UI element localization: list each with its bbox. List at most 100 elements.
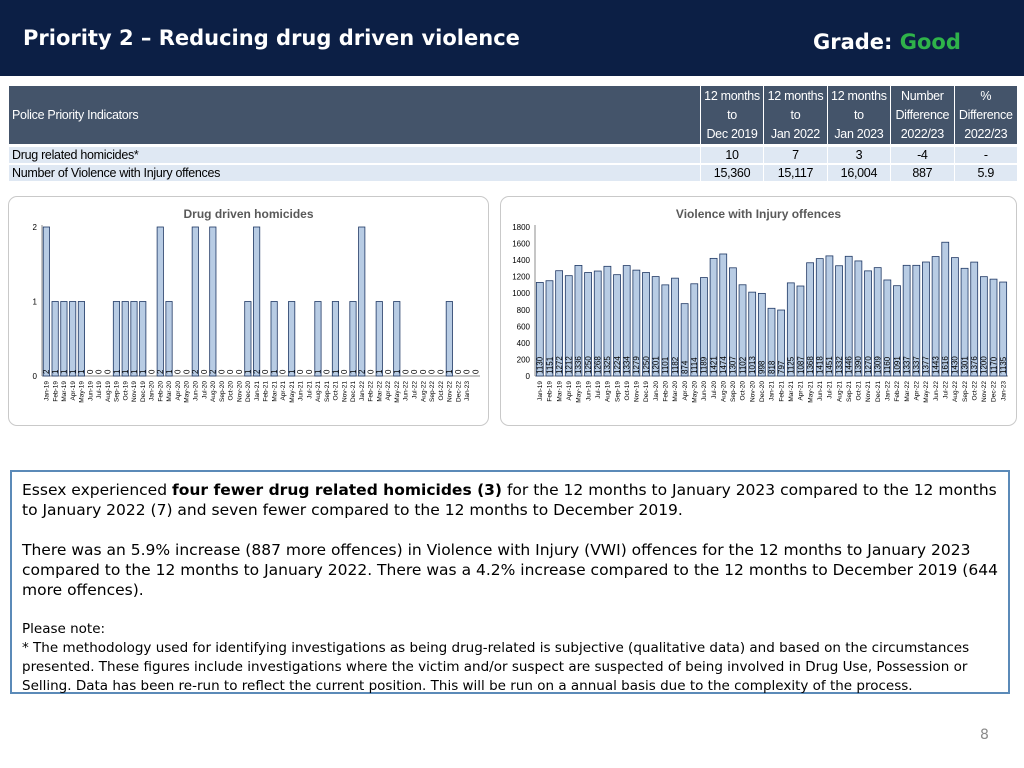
x-tick-label: Dec-22 xyxy=(455,381,462,402)
x-tick-label: Aug-22 xyxy=(420,381,427,402)
data-label: 1 xyxy=(244,369,253,374)
data-label: 1451 xyxy=(825,356,834,374)
data-label: 0 xyxy=(419,369,428,374)
data-label: 1 xyxy=(445,369,454,374)
table-cell: 7 xyxy=(763,144,828,164)
x-tick-label: Jan-20 xyxy=(653,381,660,401)
x-tick-label: Mar-19 xyxy=(61,381,68,402)
data-label: 0 xyxy=(235,369,244,374)
x-tick-label: Aug-22 xyxy=(952,381,959,402)
x-tick-label: Jan-21 xyxy=(254,381,261,401)
bar xyxy=(77,301,85,377)
y-tick-label: 200 xyxy=(517,355,531,364)
table-cell: Drug related homicides* xyxy=(9,144,701,164)
x-tick-label: Jan-22 xyxy=(885,381,892,401)
x-tick-label: Jul-19 xyxy=(595,381,602,399)
x-tick-label: Sep-22 xyxy=(429,381,436,402)
header-jan2023: 12 months to Jan 2023 xyxy=(827,86,892,146)
data-label: 0 xyxy=(226,369,235,374)
indicators-table: Police Priority Indicators 12 months to De… xyxy=(9,86,1017,181)
x-tick-label: Apr-19 xyxy=(566,381,573,401)
y-tick-label: 800 xyxy=(517,306,531,315)
data-label: 0 xyxy=(401,369,410,374)
bar xyxy=(60,301,68,377)
data-label: 1474 xyxy=(719,356,728,374)
data-label: 1 xyxy=(331,369,340,374)
data-label: 1182 xyxy=(671,356,680,374)
data-label: 1616 xyxy=(941,356,950,374)
x-tick-label: Jun-20 xyxy=(193,381,200,401)
x-tick-label: May-22 xyxy=(923,381,930,403)
vwi-chart-panel: Violence with Injury offences 0 200 400 600… xyxy=(500,196,1017,426)
data-label: 1443 xyxy=(931,356,940,374)
x-tick-label: Oct-21 xyxy=(856,381,863,401)
bar xyxy=(165,301,173,377)
bar xyxy=(358,226,366,377)
data-label: 1102 xyxy=(738,356,747,374)
x-tick-label: Feb-21 xyxy=(778,381,785,402)
x-tick-label: Apr-20 xyxy=(175,381,182,401)
data-label: 1 xyxy=(68,369,77,374)
bar xyxy=(375,301,383,377)
x-tick-label: Jun-20 xyxy=(701,381,708,401)
x-tick-label: Jul-22 xyxy=(942,381,949,399)
homicides-commentary: Essex experienced four fewer drug relate… xyxy=(22,481,997,519)
x-tick-label: Sep-19 xyxy=(114,381,121,402)
y-tick-label: 1400 xyxy=(512,256,530,265)
data-label: 2 xyxy=(191,369,200,374)
data-label: 0 xyxy=(95,369,104,374)
x-tick-label: May-19 xyxy=(79,381,86,403)
x-tick-label: Jun-19 xyxy=(87,381,94,401)
data-label: 1336 xyxy=(574,356,583,374)
x-tick-label: Aug-19 xyxy=(605,381,612,402)
table-row: Number of Violence with Injury offences … xyxy=(9,163,1017,181)
bar xyxy=(51,301,59,377)
data-label: 1135 xyxy=(999,356,1008,374)
y-tick-label: 2 xyxy=(33,223,38,232)
data-label: 1 xyxy=(60,369,69,374)
data-label: 1268 xyxy=(594,356,603,374)
data-label: 0 xyxy=(323,369,332,374)
data-label: 818 xyxy=(767,360,776,374)
data-label: 0 xyxy=(200,369,209,374)
table-cell: 887 xyxy=(890,163,955,181)
data-label: 1091 xyxy=(893,356,902,374)
data-label: 1 xyxy=(349,369,358,374)
header-jan2022: 12 months to Jan 2022 xyxy=(763,86,828,146)
data-label: 1101 xyxy=(661,356,670,374)
data-label: 998 xyxy=(758,360,767,374)
x-tick-label: Mar-22 xyxy=(376,381,383,402)
data-label: 797 xyxy=(777,360,786,374)
data-label: 1 xyxy=(393,369,402,374)
vwi-commentary: There was an 5.9% increase (887 more off… xyxy=(22,541,998,599)
data-label: 0 xyxy=(428,369,437,374)
data-label: 0 xyxy=(305,369,314,374)
data-label: 1421 xyxy=(709,356,718,374)
data-label: 2 xyxy=(358,369,367,374)
table-cell: 10 xyxy=(700,144,765,164)
data-label: 1325 xyxy=(603,356,612,374)
x-tick-label: Nov-21 xyxy=(341,381,348,402)
data-label: 1309 xyxy=(873,356,882,374)
data-label: 0 xyxy=(279,369,288,374)
data-label: 2 xyxy=(156,369,165,374)
data-label: 1200 xyxy=(980,356,989,374)
table-header-row: Police Priority Indicators 12 months to De… xyxy=(9,86,1017,146)
x-tick-label: Dec-20 xyxy=(245,381,252,402)
bar xyxy=(209,226,217,377)
note-title: Please note: xyxy=(22,621,106,637)
data-label: 1430 xyxy=(951,356,960,374)
x-tick-label: Apr-19 xyxy=(70,381,77,401)
x-tick-label: Feb-22 xyxy=(368,381,375,402)
data-label: 0 xyxy=(366,369,375,374)
x-tick-label: May-22 xyxy=(394,381,401,403)
vwi-chart: 0 200 400 600 800 1000 1200 1400 1600 1800 1130 Jan… xyxy=(512,223,1008,403)
x-tick-label: Dec-20 xyxy=(759,381,766,402)
x-tick-label: Sep-20 xyxy=(219,381,226,402)
bar xyxy=(156,226,164,377)
x-tick-label: Jan-22 xyxy=(359,381,366,401)
data-label: 1151 xyxy=(545,356,554,374)
bar xyxy=(331,301,340,377)
x-tick-label: Apr-22 xyxy=(385,381,392,401)
y-tick-label: 1 xyxy=(33,298,38,307)
